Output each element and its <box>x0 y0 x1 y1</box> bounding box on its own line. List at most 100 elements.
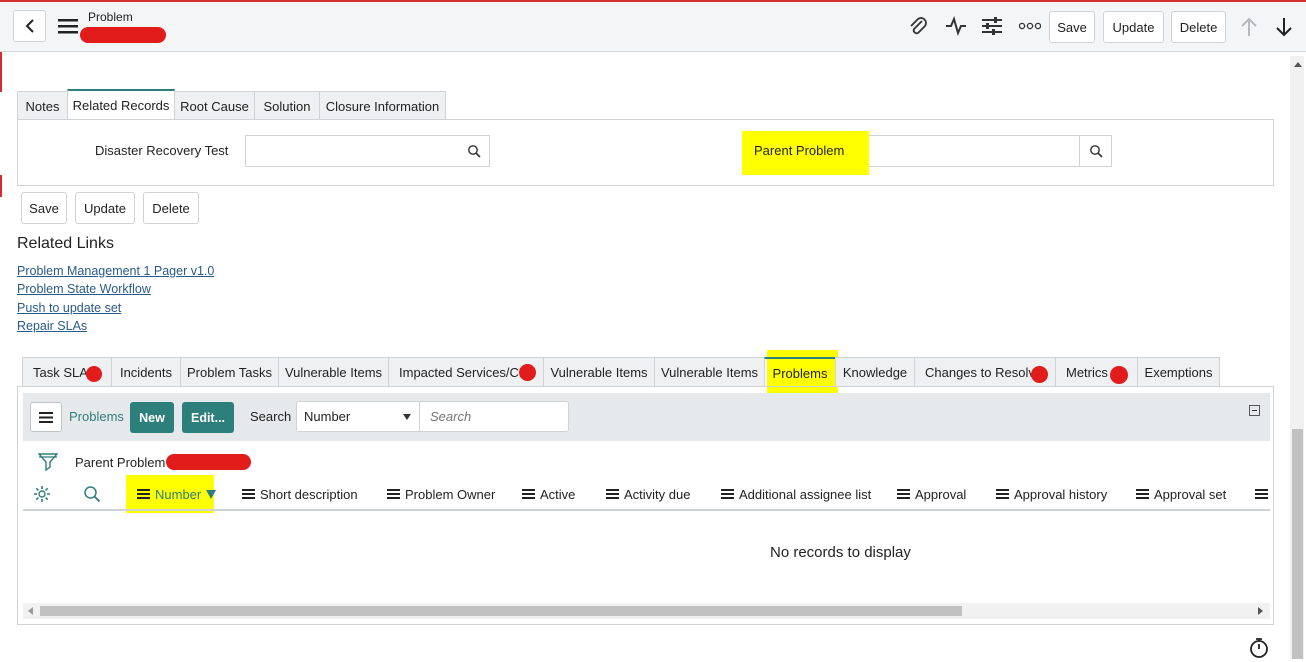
search-field-value: Number <box>304 409 351 424</box>
hamburger-icon[interactable] <box>54 12 82 40</box>
column-header-short-description[interactable]: Short description <box>242 485 358 503</box>
activity-icon[interactable] <box>942 12 970 40</box>
column-header-approval-history[interactable]: Approval history <box>996 485 1107 503</box>
tab-vulnerable-items[interactable]: Vulnerable Items <box>278 357 389 387</box>
paperclip-icon[interactable] <box>904 12 932 40</box>
search-input[interactable] <box>419 401 569 432</box>
column-label: Activity due <box>624 486 691 502</box>
window-edge <box>0 175 2 197</box>
arrow-down-icon[interactable] <box>1270 13 1298 41</box>
scrollbar-thumb[interactable] <box>1292 429 1303 659</box>
tab-related-records[interactable]: Related Records <box>67 89 175 119</box>
collapse-icon[interactable] <box>1249 405 1260 416</box>
column-label: Short description <box>260 486 358 502</box>
related-link[interactable]: Problem Management 1 Pager v1.0 <box>17 264 214 278</box>
redaction-mark <box>1110 366 1128 384</box>
tab-exemptions[interactable]: Exemptions <box>1137 357 1220 387</box>
column-header-number[interactable]: Number <box>137 485 217 503</box>
tab-closure-information[interactable]: Closure Information <box>319 91 446 120</box>
save-button[interactable]: Save <box>21 192 67 224</box>
list-context-menu-button[interactable] <box>30 402 62 432</box>
column-header-approval-set[interactable]: Approval set <box>1136 485 1226 503</box>
redaction-mark <box>80 27 166 43</box>
update-button[interactable]: Update <box>75 192 135 224</box>
column-label: Approval <box>915 486 967 502</box>
column-header-active[interactable]: Active <box>522 485 575 503</box>
filter-icon[interactable] <box>37 452 59 475</box>
tab-incidents[interactable]: Incidents <box>111 357 181 387</box>
header-update-button[interactable]: Update <box>1103 11 1164 43</box>
parent-problem-label: Parent Problem <box>754 143 845 158</box>
tab-problem-tasks[interactable]: Problem Tasks <box>180 357 279 387</box>
page-title: Problem <box>88 10 133 24</box>
page-scrollbar[interactable] <box>1290 56 1304 659</box>
new-button[interactable]: New <box>130 402 174 433</box>
tab-vulnerable-items-3[interactable]: Vulnerable Items <box>654 357 765 387</box>
column-menu-icon[interactable] <box>137 489 150 499</box>
form-header: Problem Save Update Delete <box>0 0 1306 52</box>
empty-list-message: No records to display <box>770 544 911 561</box>
column-search-icon[interactable] <box>83 485 101 506</box>
column-label: Number <box>155 486 202 502</box>
column-label: Active <box>540 486 576 502</box>
column-menu-icon[interactable] <box>1255 485 1268 503</box>
tab-solution[interactable]: Solution <box>254 91 320 120</box>
scrollbar-right-arrow[interactable] <box>1258 607 1263 615</box>
related-link[interactable]: Problem State Workflow <box>17 282 151 296</box>
back-button[interactable] <box>13 10 46 42</box>
redaction-mark <box>519 364 536 381</box>
more-icon[interactable] <box>1016 12 1044 40</box>
search-label: Search <box>250 409 292 424</box>
column-label: Approval history <box>1014 486 1108 502</box>
search-icon <box>467 145 481 158</box>
redaction-mark <box>166 454 251 470</box>
redaction-mark <box>1031 366 1048 383</box>
sort-descending-icon <box>206 489 217 499</box>
disaster-recovery-test-field[interactable] <box>245 135 459 167</box>
related-links-heading: Related Links <box>17 235 114 252</box>
column-menu-icon[interactable] <box>996 489 1009 499</box>
related-link[interactable]: Repair SLAs <box>17 319 87 333</box>
list-horizontal-scrollbar[interactable] <box>23 603 1270 619</box>
column-label: Additional assignee list <box>739 486 872 502</box>
delete-button[interactable]: Delete <box>143 192 199 224</box>
scrollbar-left-arrow[interactable] <box>28 607 33 615</box>
header-delete-button[interactable]: Delete <box>1171 11 1226 43</box>
related-link[interactable]: Push to update set <box>17 301 121 315</box>
search-field-select[interactable]: Number <box>296 401 420 432</box>
column-label: Problem Owner <box>405 486 496 502</box>
scrollbar-thumb[interactable] <box>40 606 962 616</box>
disaster-recovery-test-lookup-button[interactable] <box>458 135 490 167</box>
column-header-divider <box>23 509 1270 511</box>
filter-breadcrumb[interactable]: Parent Problem <box>75 455 165 470</box>
parent-problem-field[interactable] <box>869 135 1080 167</box>
column-menu-icon[interactable] <box>606 489 619 499</box>
sliders-icon[interactable] <box>978 12 1006 40</box>
back-icon <box>25 19 34 33</box>
parent-problem-lookup-button[interactable] <box>1079 135 1112 167</box>
column-header-approval[interactable]: Approval <box>897 485 966 503</box>
tab-vulnerable-items-2[interactable]: Vulnerable Items <box>543 357 655 387</box>
column-header-additional-assignee-list[interactable]: Additional assignee list <box>721 485 871 503</box>
tab-notes[interactable]: Notes <box>17 91 68 120</box>
column-menu-icon[interactable] <box>242 489 255 499</box>
column-menu-icon[interactable] <box>522 489 535 499</box>
disaster-recovery-test-label: Disaster Recovery Test <box>95 143 229 158</box>
arrow-up-icon[interactable] <box>1235 13 1263 41</box>
tab-problems[interactable]: Problems <box>764 357 836 387</box>
response-time-icon[interactable] <box>1249 637 1269 662</box>
header-save-button[interactable]: Save <box>1049 11 1095 43</box>
personalize-list-gear-icon[interactable] <box>33 485 51 506</box>
scrollbar-up-arrow[interactable] <box>1294 62 1302 67</box>
tab-knowledge[interactable]: Knowledge <box>835 357 915 387</box>
column-header-problem-owner[interactable]: Problem Owner <box>387 485 495 503</box>
list-title: Problems <box>69 409 124 424</box>
column-menu-icon[interactable] <box>1136 489 1149 499</box>
tab-root-cause[interactable]: Root Cause <box>174 91 255 120</box>
column-header-activity-due[interactable]: Activity due <box>606 485 690 503</box>
column-menu-icon[interactable] <box>721 489 734 499</box>
edit-button[interactable]: Edit... <box>182 402 234 433</box>
column-menu-icon[interactable] <box>387 489 400 499</box>
column-label: Approval set <box>1154 486 1227 502</box>
column-menu-icon[interactable] <box>897 489 910 499</box>
